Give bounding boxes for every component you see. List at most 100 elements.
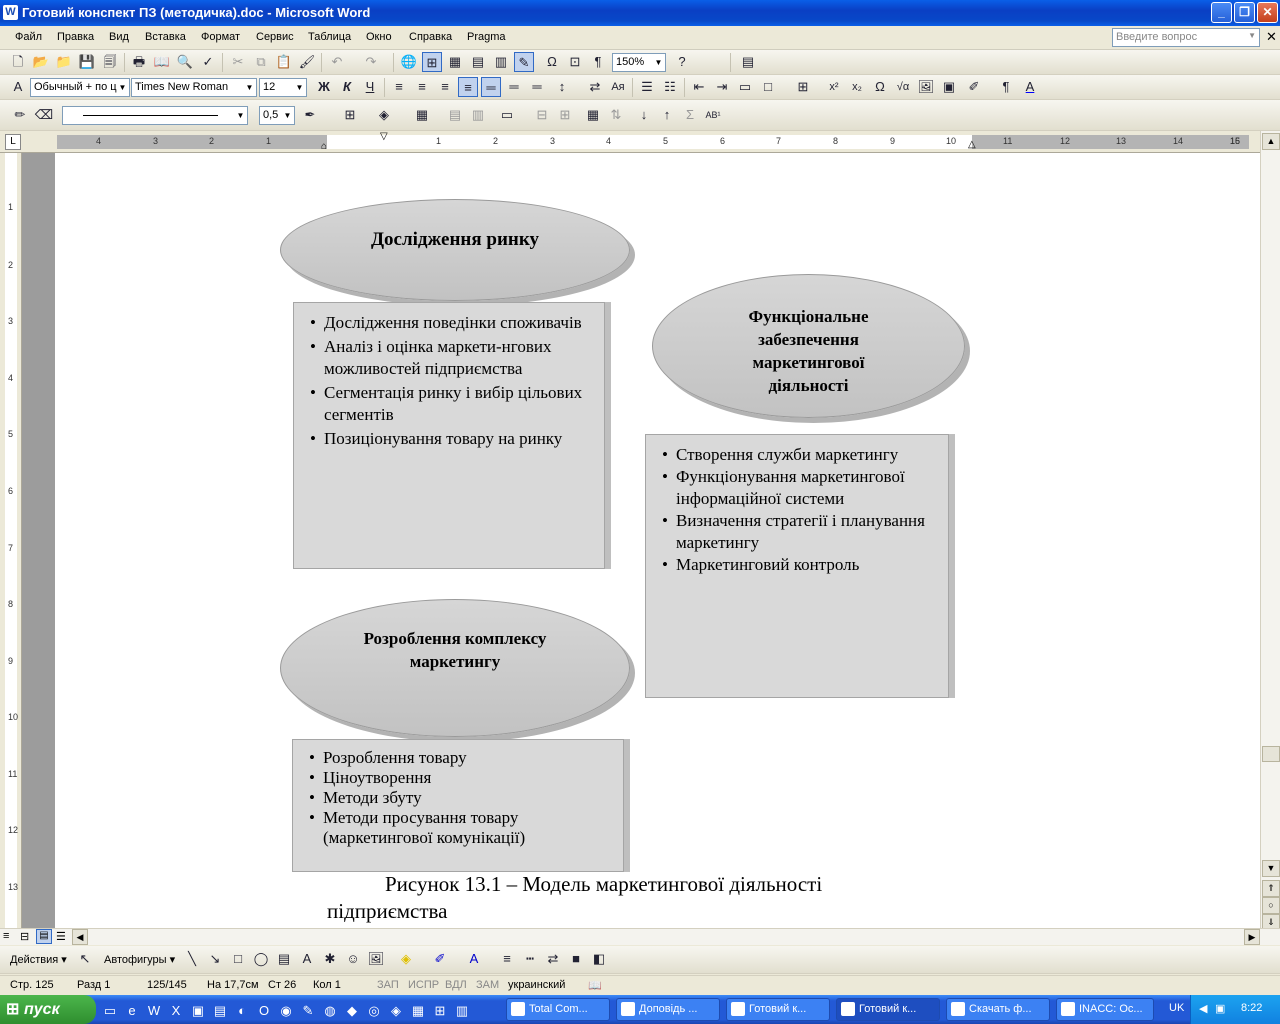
text-direction2-icon[interactable]: ⇅	[606, 105, 626, 125]
hyperlink-icon[interactable]: 🌐	[399, 52, 419, 72]
sort-asc-icon[interactable]: ↓	[634, 105, 654, 125]
format-painter-icon[interactable]: 🖌	[297, 52, 317, 72]
network-icon[interactable]: ▣	[1215, 1002, 1225, 1015]
app-icon[interactable]: ◍	[320, 1001, 340, 1021]
insert-excel-icon[interactable]: ▤	[468, 52, 488, 72]
bold-icon[interactable]: Ж	[314, 77, 334, 97]
word-app-icon[interactable]: W	[3, 5, 18, 20]
columns-icon[interactable]: ▥	[491, 52, 511, 72]
box-functional-support[interactable]: • Створення служби маркетингу • Функціонув…	[645, 434, 949, 698]
first-line-indent-marker[interactable]: ▽	[380, 131, 388, 142]
redo-icon[interactable]: ↷	[361, 52, 381, 72]
border-color-icon[interactable]: ✒	[300, 105, 320, 125]
line-spacing-icon[interactable]: ↕	[552, 77, 572, 97]
autoformat-icon[interactable]: ▦	[583, 105, 603, 125]
print-layout-icon[interactable]: ▤	[36, 929, 52, 944]
borders-icon[interactable]: ⊞	[793, 77, 813, 97]
wordart-icon[interactable]: A	[297, 949, 317, 969]
chevron-down-icon[interactable]: ▼	[243, 79, 256, 96]
menu-insert[interactable]: Вставка	[145, 31, 186, 43]
scroll-right-icon[interactable]: ▶	[1244, 929, 1260, 945]
language-indicator[interactable]: UK	[1169, 1002, 1184, 1014]
pilcrow-icon[interactable]: ¶	[588, 52, 608, 72]
style-combo[interactable]: Обычный + по ц ▼	[30, 78, 130, 97]
oval-tool-icon[interactable]: ◯	[251, 949, 271, 969]
eraser-icon[interactable]: ⌫	[34, 105, 54, 125]
document-page[interactable]: Дослідження ринку • Дослідження поведінки…	[55, 153, 1260, 928]
insert-table-icon[interactable]: ▦	[445, 52, 465, 72]
menu-edit[interactable]: Правка	[57, 31, 94, 43]
menu-help[interactable]: Справка	[409, 31, 452, 43]
box-market-research[interactable]: • Дослідження поведінки споживачів • Аналі…	[293, 302, 605, 569]
chevron-down-icon[interactable]: ▼	[281, 107, 294, 124]
start-button[interactable]: ⊞ пуск	[0, 995, 96, 1024]
align-thai-icon[interactable]: ═	[527, 77, 547, 97]
app-icon[interactable]: ◆	[342, 1001, 362, 1021]
line-color-icon[interactable]: ✐	[430, 949, 450, 969]
menu-table[interactable]: Таблица	[308, 31, 351, 43]
select-objects-icon[interactable]: ↖	[75, 949, 95, 969]
app-icon[interactable]: ▤	[210, 1001, 230, 1021]
doc-map-icon[interactable]: ⊡	[565, 52, 585, 72]
font-size-combo[interactable]: 12 ▼	[259, 78, 307, 97]
word-icon[interactable]: W	[144, 1001, 164, 1021]
left-indent-marker[interactable]: ⌂	[321, 141, 327, 152]
dash-style-icon[interactable]: ┅	[520, 949, 540, 969]
shading-icon[interactable]: ◈	[374, 105, 394, 125]
text-case-icon[interactable]: Ая	[608, 77, 628, 97]
arrow-tool-icon[interactable]: ↘	[205, 949, 225, 969]
opera-icon[interactable]: O	[254, 1001, 274, 1021]
app-icon[interactable]: ▥	[452, 1001, 472, 1021]
undo-icon[interactable]: ↶	[327, 52, 347, 72]
previous-page-icon[interactable]: ⇑	[1262, 880, 1280, 897]
superscript-icon[interactable]: x²	[824, 77, 844, 97]
tab-selector[interactable]: L	[5, 134, 21, 150]
chevron-down-icon[interactable]: ▼	[234, 107, 247, 124]
permission-icon[interactable]: 🗐	[100, 52, 120, 72]
firefox-icon[interactable]: ◉	[276, 1001, 296, 1021]
align-cell-icon[interactable]: ▭	[497, 105, 517, 125]
chevron-down-icon[interactable]: ▼	[116, 79, 129, 96]
bullets-icon[interactable]: ☷	[660, 77, 680, 97]
line-weight-combo[interactable]: 0,5 ▼	[259, 106, 295, 125]
taskbar-skachat[interactable]: Скачать ф...	[946, 998, 1050, 1021]
font-color-icon[interactable]: A	[1020, 77, 1040, 97]
distributed-icon[interactable]: ═	[481, 77, 501, 97]
status-rec[interactable]: ЗАП	[377, 979, 399, 991]
open-folder-icon[interactable]: 📂	[31, 52, 51, 72]
text-direction-icon[interactable]: ⇄	[585, 77, 605, 97]
outline-view-icon[interactable]: ☰	[56, 930, 66, 943]
help-icon[interactable]: ?	[672, 52, 692, 72]
numbering-icon[interactable]: ☰	[637, 77, 657, 97]
zoom-combo[interactable]: 150% ▼	[612, 53, 666, 72]
scroll-thumb[interactable]	[1262, 746, 1280, 762]
status-ovr[interactable]: ЗАМ	[476, 979, 499, 991]
cut-icon[interactable]: ✂	[228, 52, 248, 72]
close-button[interactable]: ✕	[1257, 2, 1278, 23]
distribute-cols-icon[interactable]: ⊞	[555, 105, 575, 125]
normal-view-icon[interactable]: ≡	[3, 930, 9, 942]
chevron-down-icon[interactable]: ▼	[1248, 31, 1256, 40]
read-mode-icon[interactable]: ▤	[738, 52, 758, 72]
menu-pragma[interactable]: Pragma	[467, 31, 506, 43]
actions-menu[interactable]: Действия ▾	[10, 953, 67, 966]
indent-icon[interactable]: ▭	[735, 77, 755, 97]
clock[interactable]: 8:22	[1241, 1002, 1262, 1014]
app-icon[interactable]: ◈	[386, 1001, 406, 1021]
minimize-button[interactable]: _	[1211, 2, 1232, 23]
app-icon[interactable]: ◐	[232, 1001, 252, 1021]
equation-icon[interactable]: √α	[893, 77, 913, 97]
chevron-down-icon[interactable]: ▼	[293, 79, 306, 96]
scroll-up-icon[interactable]: ▲	[1262, 133, 1280, 150]
save-icon[interactable]: 💾	[77, 52, 97, 72]
app-icon[interactable]: ⊞	[430, 1001, 450, 1021]
font-combo[interactable]: Times New Roman ▼	[131, 78, 257, 97]
taskbar-dopovid[interactable]: Доповідь ...	[616, 998, 720, 1021]
decrease-indent-icon[interactable]: ⇤	[689, 77, 709, 97]
help-question-input[interactable]: Введите вопрос ▼	[1112, 28, 1260, 47]
shadow-icon[interactable]: ■	[566, 949, 586, 969]
box-marketing-mix[interactable]: • Розроблення товару • Ціноутворення • Мето…	[292, 739, 624, 872]
sort-desc-icon[interactable]: ↑	[657, 105, 677, 125]
desktop-icon[interactable]: ▭	[100, 1001, 120, 1021]
textbox-icon[interactable]: ▣	[939, 77, 959, 97]
